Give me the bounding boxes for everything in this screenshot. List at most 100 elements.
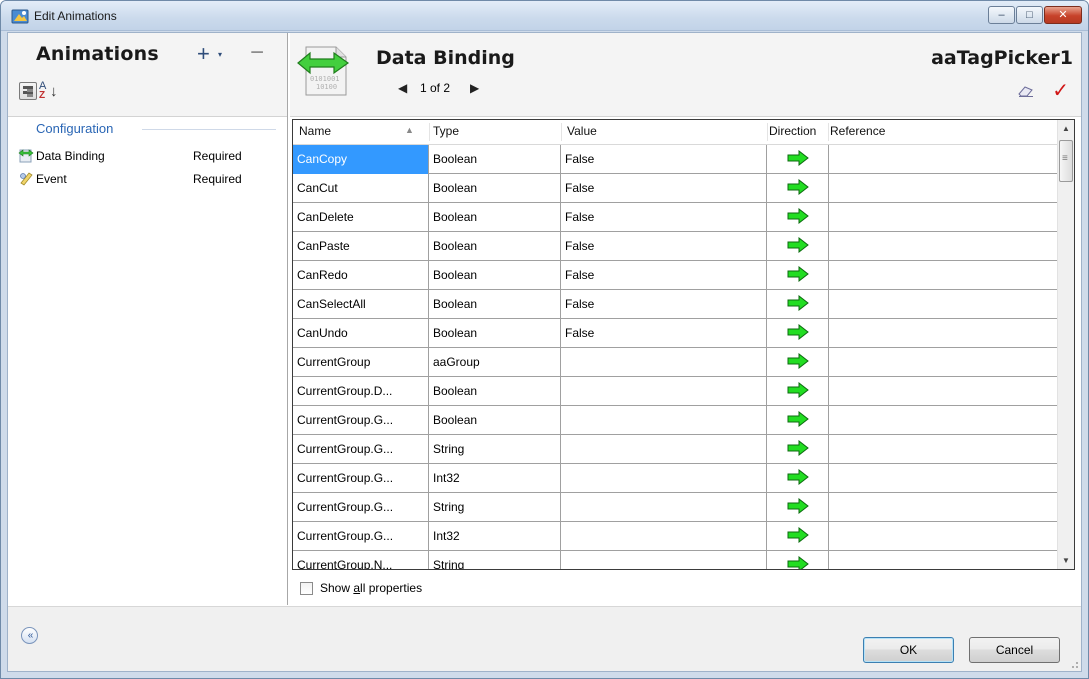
cell-name[interactable]: CanCopy xyxy=(293,145,429,174)
cell-reference[interactable] xyxy=(829,435,1058,464)
cell-reference[interactable] xyxy=(829,551,1058,569)
cell-direction[interactable] xyxy=(767,348,829,377)
cell-name[interactable]: CurrentGroup.G... xyxy=(293,493,429,522)
cell-value[interactable] xyxy=(561,435,767,464)
direction-arrow-icon[interactable] xyxy=(787,150,809,167)
cell-reference[interactable] xyxy=(829,348,1058,377)
cell-name[interactable]: CurrentGroup.N... xyxy=(293,551,429,569)
animation-item-data-binding[interactable]: Data Binding Required xyxy=(18,147,278,165)
direction-arrow-icon[interactable] xyxy=(787,440,809,457)
direction-arrow-icon[interactable] xyxy=(787,527,809,544)
cell-direction[interactable] xyxy=(767,174,829,203)
column-divider[interactable] xyxy=(828,123,829,141)
direction-arrow-icon[interactable] xyxy=(787,353,809,370)
animation-item-event[interactable]: Event Required xyxy=(18,170,278,188)
cell-reference[interactable] xyxy=(829,203,1058,232)
cell-name[interactable]: CanDelete xyxy=(293,203,429,232)
direction-arrow-icon[interactable] xyxy=(787,295,809,312)
table-row[interactable]: CanPaste Boolean False xyxy=(293,232,1058,261)
cell-direction[interactable] xyxy=(767,145,829,174)
cell-value[interactable]: False xyxy=(561,145,767,174)
cell-value[interactable]: False xyxy=(561,232,767,261)
cell-direction[interactable] xyxy=(767,319,829,348)
cell-direction[interactable] xyxy=(767,435,829,464)
add-dropdown-icon[interactable]: ▾ xyxy=(218,50,222,59)
cell-direction[interactable] xyxy=(767,377,829,406)
vertical-scrollbar[interactable]: ▲ ▼ xyxy=(1057,120,1074,569)
direction-arrow-icon[interactable] xyxy=(787,324,809,341)
column-header-type[interactable]: Type xyxy=(433,124,459,138)
column-header-value[interactable]: Value xyxy=(567,124,597,138)
ok-button[interactable]: OK xyxy=(863,637,954,663)
cell-reference[interactable] xyxy=(829,290,1058,319)
cell-name[interactable]: CurrentGroup xyxy=(293,348,429,377)
cell-reference[interactable] xyxy=(829,406,1058,435)
cell-direction[interactable] xyxy=(767,522,829,551)
cell-reference[interactable] xyxy=(829,464,1058,493)
resize-grip-icon[interactable] xyxy=(1069,659,1079,669)
cancel-button[interactable]: Cancel xyxy=(969,637,1060,663)
table-row[interactable]: CanRedo Boolean False xyxy=(293,261,1058,290)
direction-arrow-icon[interactable] xyxy=(787,179,809,196)
next-page-button[interactable]: ▶ xyxy=(470,81,479,95)
scroll-down-icon[interactable]: ▼ xyxy=(1058,552,1074,569)
table-row[interactable]: CurrentGroup.N... String xyxy=(293,551,1058,570)
minimize-button[interactable]: – xyxy=(988,6,1015,24)
cell-reference[interactable] xyxy=(829,261,1058,290)
cell-name[interactable]: CanCut xyxy=(293,174,429,203)
cell-direction[interactable] xyxy=(767,551,829,570)
cell-value[interactable]: False xyxy=(561,319,767,348)
direction-arrow-icon[interactable] xyxy=(787,556,809,570)
cell-value[interactable] xyxy=(561,377,767,406)
cell-value[interactable] xyxy=(561,522,767,551)
table-row[interactable]: CurrentGroup.G... Boolean xyxy=(293,406,1058,435)
cell-value[interactable] xyxy=(561,348,767,377)
cell-reference[interactable] xyxy=(829,377,1058,406)
column-header-direction[interactable]: Direction xyxy=(769,124,816,138)
direction-arrow-icon[interactable] xyxy=(787,498,809,515)
cell-value[interactable] xyxy=(561,464,767,493)
cell-value[interactable]: False xyxy=(561,174,767,203)
checkmark-icon[interactable]: ✓ xyxy=(1052,81,1069,101)
cell-name[interactable]: CurrentGroup.G... xyxy=(293,435,429,464)
direction-arrow-icon[interactable] xyxy=(787,382,809,399)
column-divider[interactable] xyxy=(561,123,562,141)
cell-direction[interactable] xyxy=(767,290,829,319)
cell-direction[interactable] xyxy=(767,232,829,261)
direction-arrow-icon[interactable] xyxy=(787,411,809,428)
direction-arrow-icon[interactable] xyxy=(787,237,809,254)
cell-name[interactable]: CanPaste xyxy=(293,232,429,261)
cell-value[interactable] xyxy=(561,551,767,569)
cell-name[interactable]: CurrentGroup.G... xyxy=(293,522,429,551)
cell-reference[interactable] xyxy=(829,493,1058,522)
title-bar[interactable]: Edit Animations – □ ✕ xyxy=(1,1,1088,31)
cell-name[interactable]: CurrentGroup.G... xyxy=(293,406,429,435)
cell-direction[interactable] xyxy=(767,406,829,435)
alphabetical-sort-icon[interactable]: AZ xyxy=(39,81,46,101)
close-button[interactable]: ✕ xyxy=(1044,6,1082,24)
scroll-thumb[interactable] xyxy=(1059,140,1073,182)
table-row[interactable]: CurrentGroup.G... Int32 xyxy=(293,464,1058,493)
table-row[interactable]: CurrentGroup.D... Boolean xyxy=(293,377,1058,406)
table-row[interactable]: CanDelete Boolean False xyxy=(293,203,1058,232)
cell-direction[interactable] xyxy=(767,464,829,493)
cell-reference[interactable] xyxy=(829,145,1058,174)
direction-arrow-icon[interactable] xyxy=(787,469,809,486)
table-row[interactable]: CurrentGroup.G... String xyxy=(293,435,1058,464)
cell-reference[interactable] xyxy=(829,174,1058,203)
cell-reference[interactable] xyxy=(829,522,1058,551)
cell-name[interactable]: CanUndo xyxy=(293,319,429,348)
table-row[interactable]: CanCopy Boolean False xyxy=(293,145,1058,174)
column-divider[interactable] xyxy=(429,123,430,141)
show-all-label[interactable]: Show all properties xyxy=(320,581,422,595)
cell-value[interactable]: False xyxy=(561,290,767,319)
cell-value[interactable] xyxy=(561,493,767,522)
cell-name[interactable]: CanRedo xyxy=(293,261,429,290)
remove-animation-button[interactable]: − xyxy=(250,39,264,67)
maximize-button[interactable]: □ xyxy=(1016,6,1043,24)
cell-value[interactable] xyxy=(561,406,767,435)
table-row[interactable]: CanCut Boolean False xyxy=(293,174,1058,203)
cell-direction[interactable] xyxy=(767,203,829,232)
eraser-icon[interactable] xyxy=(1017,85,1035,97)
collapse-panel-icon[interactable]: « xyxy=(21,627,38,644)
